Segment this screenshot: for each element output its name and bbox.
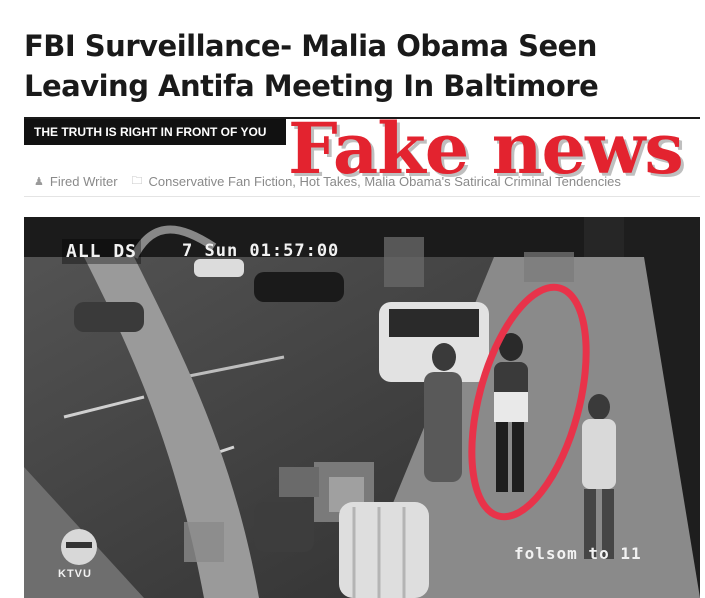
surveillance-scene <box>24 217 700 598</box>
surveillance-photo: ALL DS 7 Sun 01:57:00 folsom to 11 KTVU <box>24 217 700 598</box>
station-logo: ALL DS <box>62 239 142 264</box>
station-watermark: KTVU <box>58 568 92 580</box>
person-icon: ♟ <box>34 176 44 188</box>
article-title: FBI Surveillance- Malia Obama Seen Leavi… <box>24 29 599 103</box>
folder-icon: 🗀 <box>131 175 143 187</box>
meta-separator <box>24 196 700 197</box>
site-tagline: THE TRUTH IS RIGHT IN FRONT OF YOU <box>24 119 286 145</box>
camera-location: folsom to 11 <box>514 544 642 563</box>
fake-news-stamp: Fake news <box>288 107 684 190</box>
author-link[interactable]: Fired Writer <box>50 174 118 189</box>
camera-timestamp: 7 Sun 01:57:00 <box>182 241 340 261</box>
